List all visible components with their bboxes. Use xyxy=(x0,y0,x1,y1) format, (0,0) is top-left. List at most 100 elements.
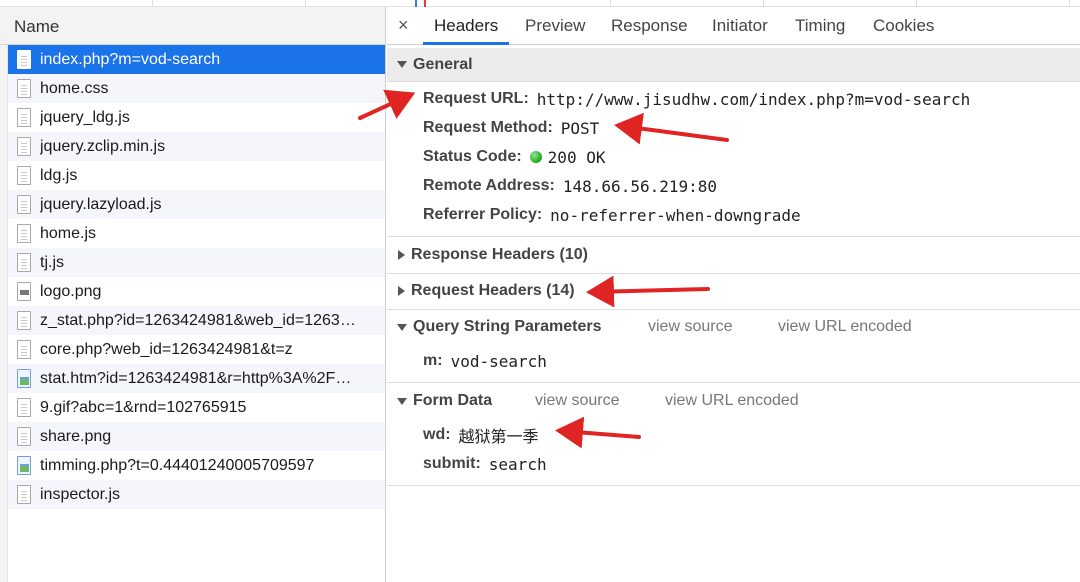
remote-address-value: 148.66.56.219:80 xyxy=(562,176,718,196)
request-row[interactable]: jquery.zclip.min.js xyxy=(8,132,385,161)
query-param-row: m: vod-search xyxy=(423,348,547,374)
expand-triangle-icon xyxy=(397,323,407,331)
request-list-panel: Name index.php?m=vod-search home.css jqu… xyxy=(0,7,386,582)
request-name: 9.gif?abc=1&rnd=102765915 xyxy=(40,398,247,416)
file-icon xyxy=(17,79,31,98)
request-row[interactable]: index.php?m=vod-search xyxy=(8,45,385,74)
section-divider xyxy=(387,236,1080,237)
request-row[interactable]: 9.gif?abc=1&rnd=102765915 xyxy=(8,393,385,422)
request-url-row: Request URL: http://www.jisudhw.com/inde… xyxy=(423,86,970,112)
timeline-tick xyxy=(610,0,611,7)
request-headers-section-header[interactable]: Request Headers (14) xyxy=(387,274,1080,308)
form-param-row: submit: search xyxy=(423,451,547,477)
section-title: Request Headers (14) xyxy=(411,282,575,299)
active-tab-indicator xyxy=(423,42,509,45)
name-column-label: Name xyxy=(14,17,60,36)
request-name: core.php?web_id=1263424981&t=z xyxy=(40,340,293,358)
request-name: home.css xyxy=(40,79,109,97)
timeline-tick xyxy=(916,0,917,7)
tab-cookies[interactable]: Cookies xyxy=(873,16,934,36)
request-row[interactable]: jquery_ldg.js xyxy=(8,103,385,132)
tab-preview[interactable]: Preview xyxy=(525,16,585,36)
query-string-section-header[interactable]: Query String Parameters view source view… xyxy=(387,310,1080,344)
timeline-tick xyxy=(763,0,764,7)
file-icon xyxy=(17,137,31,156)
section-title: Response Headers (10) xyxy=(411,246,588,263)
param-value: search xyxy=(488,454,547,474)
request-name: jquery_ldg.js xyxy=(40,108,130,126)
section-title: Form Data xyxy=(413,392,493,409)
file-icon xyxy=(17,485,31,504)
status-code-label: Status Code: xyxy=(423,148,522,165)
view-source-link[interactable]: view source xyxy=(648,318,732,336)
view-source-link[interactable]: view source xyxy=(535,392,619,410)
file-icon xyxy=(17,253,31,272)
request-row[interactable]: ldg.js xyxy=(8,161,385,190)
timeline-strip xyxy=(0,0,1080,7)
request-row[interactable]: home.js xyxy=(8,219,385,248)
view-url-encoded-link[interactable]: view URL encoded xyxy=(778,318,912,336)
form-param-row: wd: 越狱第一季 xyxy=(423,422,539,448)
broken-image-icon xyxy=(17,369,31,388)
file-icon xyxy=(17,398,31,417)
section-divider xyxy=(387,485,1080,486)
remote-address-row: Remote Address: 148.66.56.219:80 xyxy=(423,173,717,199)
tab-timing[interactable]: Timing xyxy=(795,16,845,36)
file-icon xyxy=(17,340,31,359)
file-icon xyxy=(17,224,31,243)
param-key: wd: xyxy=(423,426,451,443)
file-icon xyxy=(17,427,31,446)
section-title: General xyxy=(413,55,473,73)
request-row[interactable]: tj.js xyxy=(8,248,385,277)
request-row[interactable]: share.png xyxy=(8,422,385,451)
request-row[interactable]: jquery.lazyload.js xyxy=(8,190,385,219)
collapse-triangle-icon xyxy=(398,286,405,296)
file-icon xyxy=(17,50,31,69)
referrer-policy-value: no-referrer-when-downgrade xyxy=(550,205,801,225)
param-key: submit: xyxy=(423,455,481,472)
file-icon xyxy=(17,195,31,214)
list-gutter xyxy=(0,7,8,582)
param-value: vod-search xyxy=(450,351,547,371)
close-icon[interactable]: × xyxy=(398,15,409,36)
request-name: timming.php?t=0.44401240005709597 xyxy=(40,456,315,474)
form-data-section-header[interactable]: Form Data view source view URL encoded xyxy=(387,384,1080,418)
section-title: Query String Parameters xyxy=(413,318,602,335)
referrer-policy-row: Referrer Policy: no-referrer-when-downgr… xyxy=(423,202,801,228)
expand-triangle-icon xyxy=(397,61,407,68)
request-name: stat.htm?id=1263424981&r=http%3A%2F… xyxy=(40,369,352,387)
file-icon xyxy=(17,166,31,185)
request-row[interactable]: core.php?web_id=1263424981&t=z xyxy=(8,335,385,364)
image-icon xyxy=(17,282,31,301)
view-url-encoded-link[interactable]: view URL encoded xyxy=(665,392,799,410)
tab-headers[interactable]: Headers xyxy=(434,16,498,36)
request-row[interactable]: inspector.js xyxy=(8,480,385,509)
request-name: logo.png xyxy=(40,282,102,300)
referrer-policy-label: Referrer Policy: xyxy=(423,206,543,223)
request-name: jquery.zclip.min.js xyxy=(40,137,166,155)
tab-initiator[interactable]: Initiator xyxy=(712,16,768,36)
response-headers-section-header[interactable]: Response Headers (10) xyxy=(387,238,1080,272)
timeline-marker-blue xyxy=(415,0,417,7)
request-row[interactable]: stat.htm?id=1263424981&r=http%3A%2F… xyxy=(8,364,385,393)
request-row[interactable]: home.css xyxy=(8,74,385,103)
expand-triangle-icon xyxy=(397,397,407,405)
request-row[interactable]: logo.png xyxy=(8,277,385,306)
timeline-tick xyxy=(152,0,153,7)
request-method-value: POST xyxy=(560,118,600,138)
name-column-header[interactable]: Name xyxy=(0,7,385,45)
timeline-marker-red xyxy=(424,0,426,7)
tab-response[interactable]: Response xyxy=(611,16,688,36)
remote-address-label: Remote Address: xyxy=(423,177,555,194)
section-divider xyxy=(387,382,1080,383)
broken-image-icon xyxy=(17,456,31,475)
general-section-header[interactable]: General xyxy=(387,48,1080,82)
request-row[interactable]: timming.php?t=0.44401240005709597 xyxy=(8,451,385,480)
request-method-row: Request Method: POST xyxy=(423,115,599,141)
status-ok-icon xyxy=(529,151,542,163)
param-value: 越狱第一季 xyxy=(458,427,539,446)
request-name: index.php?m=vod-search xyxy=(40,50,221,68)
request-name: home.js xyxy=(40,224,97,242)
request-row[interactable]: z_stat.php?id=1263424981&web_id=1263… xyxy=(8,306,385,335)
request-detail-panel: × Headers Preview Response Initiator Tim… xyxy=(387,7,1080,582)
